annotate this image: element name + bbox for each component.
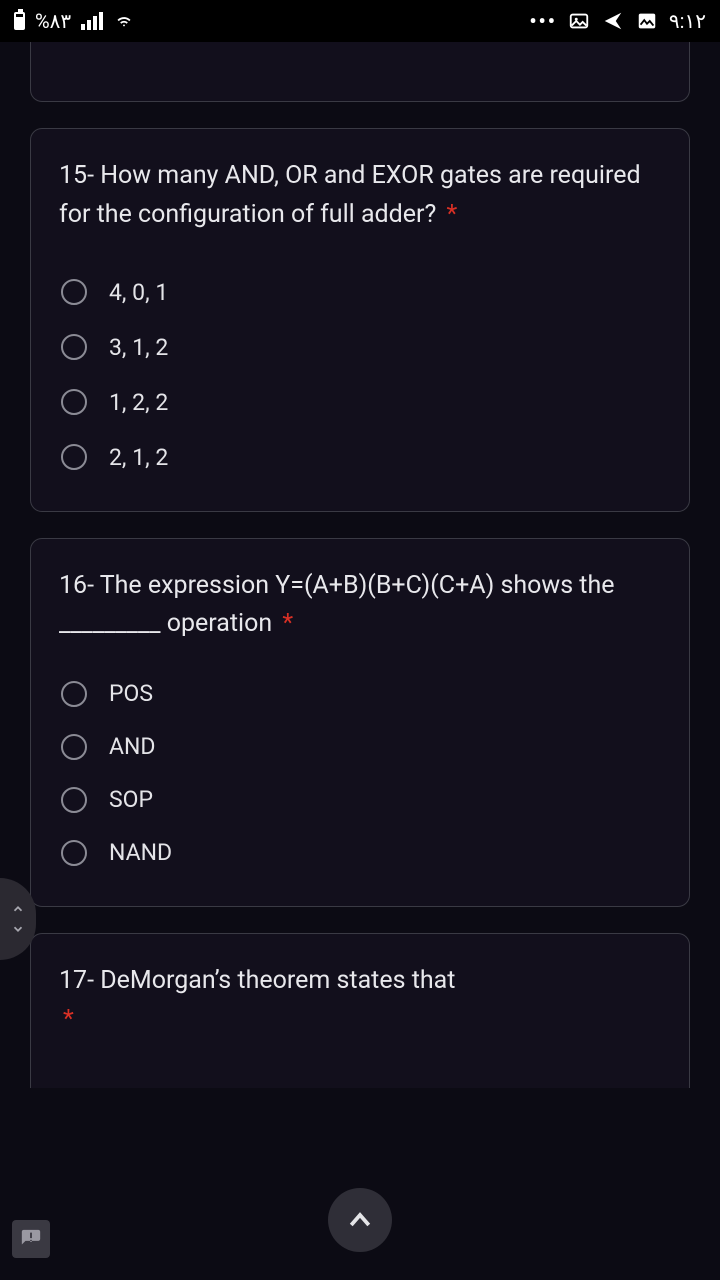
question-card-17: 17- DeMorgan’s theorem states that * — [30, 933, 690, 1088]
required-mark: * — [63, 1005, 74, 1034]
question-card-prev — [30, 42, 690, 102]
option-16-b[interactable]: AND — [59, 723, 661, 770]
option-15-b[interactable]: 3, 1, 2 — [59, 324, 661, 371]
status-right: ••• ۹:۱۲ — [529, 9, 706, 33]
option-16-d[interactable]: NAND — [59, 829, 661, 876]
picture-icon — [567, 9, 591, 33]
option-16-a[interactable]: POS — [59, 670, 661, 717]
question-text: 17- DeMorgan’s theorem states that * — [59, 962, 661, 1040]
option-label: SOP — [109, 786, 153, 813]
radio-icon — [61, 279, 87, 305]
options-group: 4, 0, 1 3, 1, 2 1, 2, 2 2, 1, 2 — [59, 269, 661, 481]
required-mark: * — [447, 200, 458, 229]
image-icon — [635, 9, 659, 33]
radio-icon — [61, 787, 87, 813]
status-left: %۸۳ — [14, 8, 135, 35]
radio-icon — [61, 334, 87, 360]
option-label: 1, 2, 2 — [109, 389, 168, 416]
radio-icon — [61, 734, 87, 760]
option-15-d[interactable]: 2, 1, 2 — [59, 434, 661, 481]
battery-icon — [14, 12, 25, 30]
required-mark: * — [282, 609, 293, 638]
radio-icon — [61, 444, 87, 470]
option-label: 4, 0, 1 — [109, 279, 168, 306]
option-label: POS — [109, 680, 153, 707]
option-16-c[interactable]: SOP — [59, 776, 661, 823]
feedback-button[interactable] — [12, 1220, 50, 1258]
form-page[interactable]: 15- How many AND, OR and EXOR gates are … — [0, 42, 720, 1280]
question-card-15: 15- How many AND, OR and EXOR gates are … — [30, 128, 690, 512]
chevron-down-icon — [11, 922, 25, 936]
chevron-up-icon — [345, 1205, 375, 1235]
radio-icon — [61, 681, 87, 707]
option-label: 2, 1, 2 — [109, 444, 168, 471]
question-text-content: 15- How many AND, OR and EXOR gates are … — [59, 161, 641, 229]
radio-icon — [61, 840, 87, 866]
collapse-keyboard-button[interactable] — [328, 1188, 392, 1252]
status-bar: %۸۳ ••• ۹:۱۲ — [0, 0, 720, 42]
option-label: AND — [109, 733, 156, 760]
question-text-content: 17- DeMorgan’s theorem states that — [59, 966, 455, 995]
option-15-c[interactable]: 1, 2, 2 — [59, 379, 661, 426]
feedback-icon — [20, 1228, 42, 1250]
option-15-a[interactable]: 4, 0, 1 — [59, 269, 661, 316]
radio-icon — [61, 389, 87, 415]
question-text: 15- How many AND, OR and EXOR gates are … — [59, 157, 661, 235]
more-icon: ••• — [529, 9, 557, 33]
wifi-icon — [113, 8, 135, 35]
option-label: NAND — [109, 839, 172, 866]
question-card-16: 16- The expression Y=(A+B)(B+C)(C+A) sho… — [30, 538, 690, 908]
options-group: POS AND SOP NAND — [59, 670, 661, 876]
battery-percent: %۸۳ — [35, 9, 71, 33]
question-text-content: 16- The expression Y=(A+B)(B+C)(C+A) sho… — [59, 571, 615, 639]
option-label: 3, 1, 2 — [109, 334, 168, 361]
question-text: 16- The expression Y=(A+B)(B+C)(C+A) sho… — [59, 567, 661, 645]
signal-icon — [81, 12, 103, 30]
clock-text: ۹:۱۲ — [669, 9, 706, 33]
send-icon — [601, 9, 625, 33]
chevron-up-icon — [11, 902, 25, 916]
